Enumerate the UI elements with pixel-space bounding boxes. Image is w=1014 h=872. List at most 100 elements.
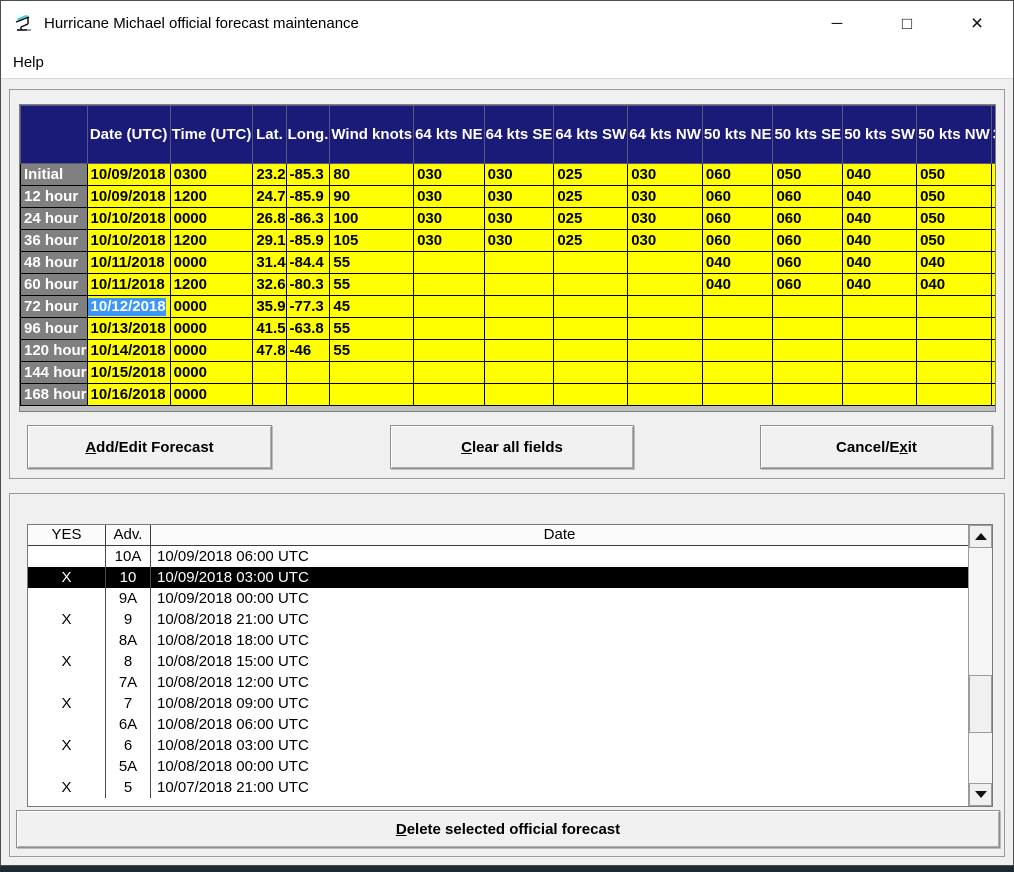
forecast-cell[interactable] [627, 295, 703, 318]
forecast-cell[interactable]: 1200 [169, 185, 254, 208]
forecast-cell[interactable] [701, 295, 774, 318]
forecast-cell[interactable] [413, 273, 485, 296]
forecast-cell[interactable]: 10/15/2018 [86, 361, 171, 384]
advisory-row[interactable]: X 7 10/08/2018 09:00 UTC [28, 693, 968, 714]
forecast-cell[interactable]: 0000 [169, 207, 254, 230]
forecast-cell[interactable]: 050 [916, 185, 992, 208]
forecast-cell[interactable] [990, 361, 995, 384]
forecast-cell[interactable]: 45 [329, 295, 415, 318]
forecast-cell[interactable]: 100 [329, 207, 415, 230]
forecast-cell[interactable]: 150 [990, 207, 995, 230]
forecast-cell[interactable]: -77.3 [285, 295, 331, 318]
forecast-cell[interactable]: 0000 [169, 317, 254, 340]
forecast-cell[interactable]: 040 [916, 273, 992, 296]
forecast-cell[interactable]: 070 [990, 295, 995, 318]
forecast-cell[interactable]: 030 [483, 207, 555, 230]
forecast-cell[interactable]: 31.4 [252, 251, 287, 274]
forecast-cell[interactable]: 050 [916, 229, 992, 252]
forecast-cell[interactable] [627, 273, 703, 296]
forecast-cell[interactable]: 060 [701, 207, 774, 230]
forecast-cell[interactable] [285, 361, 331, 384]
forecast-cell[interactable]: 060 [701, 229, 774, 252]
forecast-cell[interactable] [627, 317, 703, 340]
forecast-cell[interactable] [772, 383, 844, 406]
forecast-cell[interactable] [916, 295, 992, 318]
minimize-icon[interactable]: ─ [802, 15, 872, 32]
forecast-cell[interactable] [701, 383, 774, 406]
forecast-cell[interactable] [916, 383, 992, 406]
forecast-cell[interactable]: 10/11/2018 [86, 251, 171, 274]
forecast-cell[interactable] [627, 339, 703, 362]
forecast-cell[interactable]: 040 [842, 229, 918, 252]
forecast-cell[interactable] [483, 383, 555, 406]
forecast-cell[interactable]: 025 [553, 163, 629, 186]
forecast-cell[interactable] [990, 317, 995, 340]
forecast-cell[interactable] [483, 295, 555, 318]
forecast-cell[interactable]: 060 [772, 251, 844, 274]
advisory-row[interactable]: 5A 10/08/2018 00:00 UTC [28, 756, 968, 777]
forecast-cell[interactable]: -85.3 [285, 163, 331, 186]
forecast-cell[interactable]: 040 [842, 273, 918, 296]
forecast-cell[interactable]: -85.9 [285, 229, 331, 252]
forecast-cell[interactable]: 55 [329, 339, 415, 362]
forecast-cell[interactable] [553, 339, 629, 362]
forecast-cell[interactable]: 10/11/2018 [86, 273, 171, 296]
forecast-cell[interactable]: -46 [285, 339, 331, 362]
forecast-cell[interactable]: 41.5 [252, 317, 287, 340]
forecast-cell[interactable]: 80 [329, 163, 415, 186]
forecast-cell[interactable]: -84.4 [285, 251, 331, 274]
forecast-cell[interactable]: 29.1 [252, 229, 287, 252]
forecast-cell[interactable]: 0000 [169, 295, 254, 318]
scrollbar-track[interactable] [969, 548, 992, 783]
forecast-cell[interactable]: 060 [701, 185, 774, 208]
forecast-cell[interactable] [329, 383, 415, 406]
forecast-cell[interactable]: 23.2 [252, 163, 287, 186]
forecast-cell[interactable] [285, 383, 331, 406]
forecast-cell[interactable]: 040 [842, 163, 918, 186]
forecast-cell[interactable] [413, 361, 485, 384]
forecast-cell[interactable]: 025 [553, 207, 629, 230]
forecast-cell[interactable] [252, 383, 287, 406]
forecast-cell[interactable]: 90 [329, 185, 415, 208]
forecast-cell[interactable]: 030 [413, 163, 485, 186]
advisory-row[interactable]: 7A 10/08/2018 12:00 UTC [28, 672, 968, 693]
advisory-row[interactable]: X 9 10/08/2018 21:00 UTC [28, 609, 968, 630]
forecast-cell[interactable]: 0000 [169, 383, 254, 406]
forecast-cell[interactable] [842, 339, 918, 362]
forecast-cell[interactable]: 030 [413, 185, 485, 208]
forecast-cell[interactable]: 030 [627, 229, 703, 252]
forecast-cell[interactable]: 26.8 [252, 207, 287, 230]
forecast-cell[interactable] [483, 339, 555, 362]
forecast-cell[interactable] [772, 295, 844, 318]
menu-item-help[interactable]: Help [1, 54, 44, 71]
forecast-cell[interactable]: 1200 [169, 273, 254, 296]
forecast-cell[interactable] [842, 383, 918, 406]
forecast-cell[interactable] [413, 251, 485, 274]
forecast-cell[interactable] [772, 317, 844, 340]
forecast-cell[interactable]: 1200 [169, 229, 254, 252]
forecast-cell[interactable] [413, 317, 485, 340]
forecast-cell[interactable]: 030 [627, 163, 703, 186]
clear-all-fields-button[interactable]: Clear all fields [390, 425, 634, 469]
forecast-cell[interactable] [701, 317, 774, 340]
forecast-cell[interactable] [329, 361, 415, 384]
forecast-cell[interactable]: 030 [483, 163, 555, 186]
forecast-cell[interactable]: 150 [990, 185, 995, 208]
forecast-cell[interactable] [627, 383, 703, 406]
forecast-cell[interactable]: 0000 [169, 339, 254, 362]
forecast-cell[interactable]: 090 [990, 251, 995, 274]
forecast-cell[interactable] [916, 361, 992, 384]
forecast-cell[interactable]: 060 [701, 163, 774, 186]
forecast-cell[interactable]: 10/12/2018 [86, 295, 171, 318]
forecast-cell[interactable] [842, 361, 918, 384]
forecast-cell[interactable]: 24.7 [252, 185, 287, 208]
forecast-cell[interactable] [916, 317, 992, 340]
forecast-cell[interactable] [627, 251, 703, 274]
forecast-cell[interactable]: 040 [842, 251, 918, 274]
forecast-cell[interactable] [553, 317, 629, 340]
advisory-row[interactable]: X 6 10/08/2018 03:00 UTC [28, 735, 968, 756]
forecast-cell[interactable] [701, 361, 774, 384]
close-icon[interactable]: × [942, 12, 1012, 36]
forecast-cell[interactable]: 10/10/2018 [86, 207, 171, 230]
forecast-cell[interactable] [990, 339, 995, 362]
